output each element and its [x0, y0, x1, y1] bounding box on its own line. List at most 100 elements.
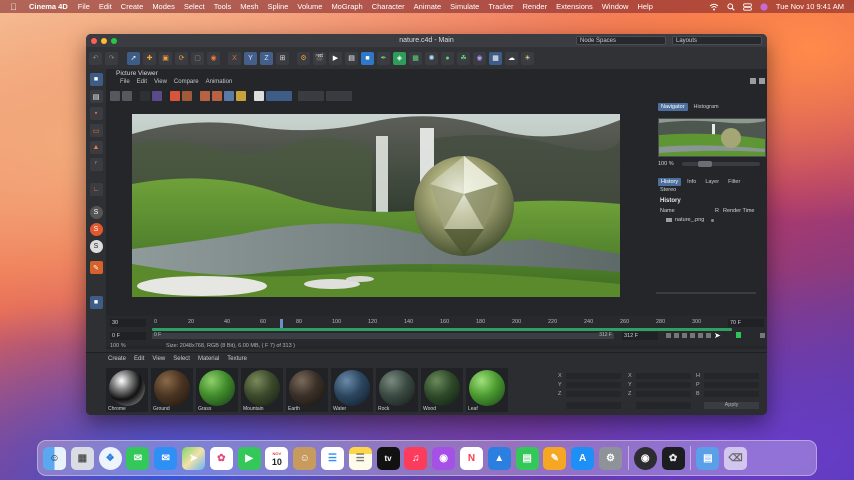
field-icon[interactable]: ●: [441, 51, 454, 65]
sculpt-icon[interactable]: S: [89, 206, 103, 219]
mat-menu-create[interactable]: Create: [108, 356, 126, 362]
menu-character[interactable]: Character: [372, 2, 405, 11]
tab-info[interactable]: Info: [684, 178, 699, 186]
record-icon[interactable]: [706, 332, 711, 338]
calendar-icon[interactable]: NOV 10: [265, 446, 289, 470]
size-mode-dropdown[interactable]: [636, 402, 691, 409]
status-zoom[interactable]: 100 %: [110, 343, 126, 349]
menu-file[interactable]: File: [78, 2, 90, 11]
deformer-icon[interactable]: ✺: [425, 51, 438, 65]
redshift-icon[interactable]: S: [89, 223, 103, 236]
light-icon[interactable]: ☀: [521, 51, 534, 65]
edit-render-settings-icon[interactable]: ▤: [345, 51, 358, 65]
menu-spline[interactable]: Spline: [268, 2, 289, 11]
siri-icon[interactable]: [760, 2, 768, 11]
menu-tracker[interactable]: Tracker: [488, 2, 513, 11]
folder-icon[interactable]: ▤: [696, 446, 720, 470]
history-scrollbar[interactable]: [656, 292, 756, 294]
davinci-icon[interactable]: ✿: [661, 446, 685, 470]
system-preferences-icon[interactable]: ⚙: [598, 446, 622, 470]
mat-menu-material[interactable]: Material: [198, 356, 219, 362]
menu-volume[interactable]: Volume: [297, 2, 322, 11]
tab-stereo[interactable]: Stereo: [660, 187, 676, 193]
undo-icon[interactable]: ↶: [89, 51, 102, 65]
photos-icon[interactable]: ✿: [209, 446, 233, 470]
snap-icon[interactable]: ∟: [89, 183, 103, 196]
y-axis-lock-icon[interactable]: Y: [244, 51, 257, 65]
material-water[interactable]: Water: [331, 368, 373, 412]
coord-z-field[interactable]: [566, 391, 621, 397]
coord-y-field[interactable]: [566, 382, 621, 388]
pv-menu-compare[interactable]: Compare: [174, 78, 199, 87]
tab-histogram[interactable]: Histogram: [691, 103, 722, 111]
podcasts-icon[interactable]: ◉: [432, 446, 456, 470]
layouts-dropdown[interactable]: Layouts: [672, 36, 762, 45]
coord-sy-field[interactable]: [636, 382, 691, 388]
ab-compare-icon[interactable]: [182, 91, 192, 101]
menu-render[interactable]: Render: [522, 2, 547, 11]
playhead-marker[interactable]: [280, 319, 283, 328]
render-view-icon[interactable]: 🎬: [313, 51, 326, 65]
single-view-icon[interactable]: [170, 91, 180, 101]
lut-icon[interactable]: [298, 91, 324, 101]
panel-menu-icon[interactable]: [759, 78, 765, 84]
mat-menu-texture[interactable]: Texture: [227, 356, 247, 362]
stop-render-icon[interactable]: [140, 91, 150, 101]
redo-icon[interactable]: ↷: [105, 51, 118, 65]
model-mode-icon[interactable]: ■: [89, 73, 103, 86]
tab-layer[interactable]: Layer: [702, 178, 722, 186]
axis-mode-icon[interactable]: ⌜: [89, 158, 103, 171]
menu-animate[interactable]: Animate: [414, 2, 442, 11]
menu-create[interactable]: Create: [121, 2, 144, 11]
channel-alpha-icon[interactable]: [236, 91, 246, 101]
cinema4d-icon[interactable]: ◉: [633, 446, 657, 470]
menu-simulate[interactable]: Simulate: [450, 2, 479, 11]
music-icon[interactable]: ♫: [404, 446, 428, 470]
notes-icon[interactable]: ☰: [348, 446, 372, 470]
range-slider[interactable]: 0 F 312 F: [152, 332, 614, 339]
menu-extensions[interactable]: Extensions: [556, 2, 593, 11]
subdivision-icon[interactable]: ◈: [393, 51, 406, 65]
finder-icon[interactable]: ☺: [43, 446, 66, 470]
launchpad-icon[interactable]: ▦: [70, 446, 94, 470]
trash-icon[interactable]: ⌫: [724, 446, 748, 470]
messages-icon[interactable]: ✉: [126, 446, 150, 470]
mat-menu-view[interactable]: View: [152, 356, 165, 362]
app-store-icon[interactable]: A: [571, 446, 595, 470]
autokey-icon[interactable]: [735, 332, 741, 338]
preview-end-field[interactable]: 312 F: [622, 332, 658, 340]
render-image-viewport[interactable]: [132, 114, 620, 297]
navigator-thumbnail[interactable]: [658, 118, 766, 157]
edge-mode-icon[interactable]: ▭: [89, 124, 103, 137]
node-spaces-dropdown[interactable]: Node Spaces: [576, 36, 666, 45]
environment-icon[interactable]: ☘: [457, 51, 470, 65]
tab-history[interactable]: History: [658, 178, 682, 186]
x-axis-lock-icon[interactable]: X: [228, 51, 241, 65]
mat-menu-select[interactable]: Select: [173, 356, 190, 362]
pv-menu-animation[interactable]: Animation: [206, 78, 233, 87]
z-axis-lock-icon[interactable]: Z: [260, 51, 273, 65]
facetime-icon[interactable]: ▶: [237, 446, 261, 470]
panel-layout-icon[interactable]: [750, 78, 756, 84]
render-region-icon[interactable]: [152, 91, 162, 101]
material-earth[interactable]: Earth: [286, 368, 328, 412]
camera-icon[interactable]: ◉: [473, 51, 486, 65]
news-icon[interactable]: N: [459, 446, 483, 470]
prev-frame-icon[interactable]: [674, 332, 679, 338]
coordinate-system-icon[interactable]: ◉: [207, 51, 220, 65]
polygon-mode-icon[interactable]: ▲: [89, 141, 103, 154]
menu-mograph[interactable]: MoGraph: [331, 2, 362, 11]
timeline-mode-icon[interactable]: ■: [89, 296, 103, 309]
texture-mode-icon[interactable]: ▤: [89, 90, 103, 103]
menu-select[interactable]: Select: [184, 2, 205, 11]
numbers-icon[interactable]: ▤: [515, 446, 539, 470]
render-settings-icon[interactable]: ⚙: [297, 51, 310, 65]
current-frame-field[interactable]: 30: [110, 319, 146, 327]
cloner-icon[interactable]: ▦: [409, 51, 422, 65]
safari-icon[interactable]: ❖: [98, 446, 122, 470]
rotate-tool-icon[interactable]: ⟳: [175, 51, 188, 65]
world-axis-icon[interactable]: ⊞: [276, 51, 289, 65]
timeline-menu-icon[interactable]: [759, 332, 765, 338]
material-mountain[interactable]: Mountain: [241, 368, 283, 412]
history-row[interactable]: nature_.png: [660, 217, 764, 223]
